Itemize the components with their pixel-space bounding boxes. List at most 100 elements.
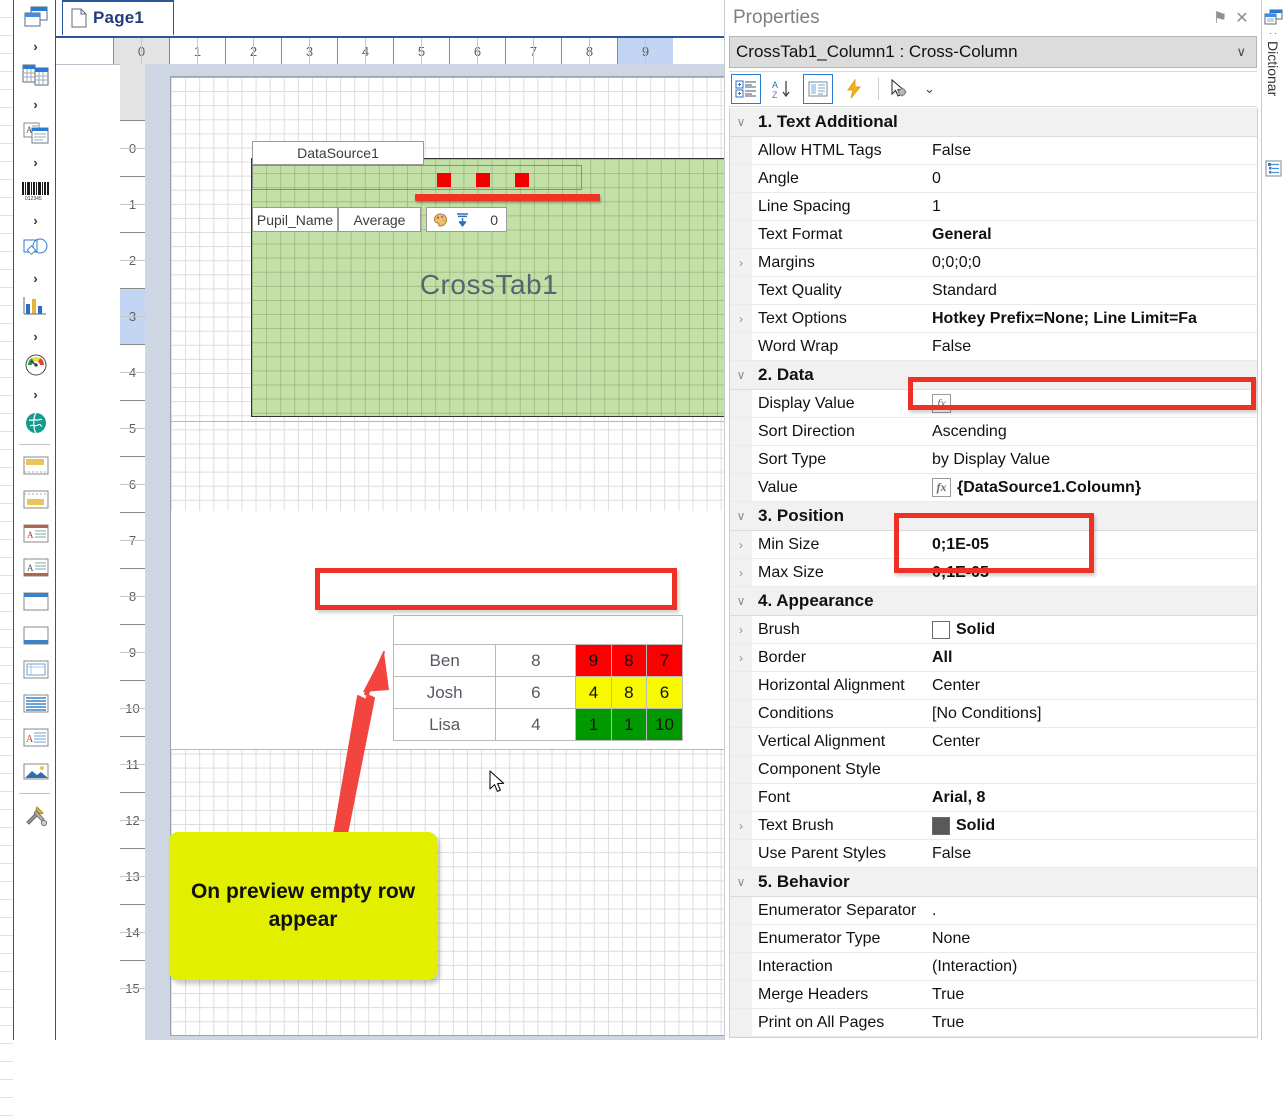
dock-drag-dots[interactable]: : bbox=[1267, 32, 1279, 35]
property-row[interactable]: Text Quality Standard bbox=[730, 277, 1257, 305]
more-button[interactable] bbox=[888, 74, 918, 104]
toolbox-item-report-summary-band[interactable]: A bbox=[14, 551, 57, 585]
report-tree-icon[interactable] bbox=[1262, 155, 1284, 181]
property-row[interactable]: Text Format General bbox=[730, 221, 1257, 249]
toolbox-item-text[interactable]: A bbox=[14, 116, 57, 150]
property-value[interactable]: False bbox=[926, 840, 1257, 867]
property-value[interactable]: Standard bbox=[926, 277, 1257, 304]
property-value[interactable]: by Display Value bbox=[926, 446, 1257, 473]
property-row[interactable]: › Brush Solid bbox=[730, 616, 1257, 644]
property-row[interactable]: Conditions [No Conditions] bbox=[730, 700, 1257, 728]
property-row[interactable]: › Text Brush Solid bbox=[730, 812, 1257, 840]
property-category[interactable]: ∨ 5. Behavior bbox=[730, 868, 1257, 897]
dictionary-icon[interactable] bbox=[1262, 4, 1284, 30]
property-row[interactable]: Font Arial, 8 bbox=[730, 784, 1257, 812]
toolbox-item-gauge[interactable] bbox=[14, 348, 57, 382]
crosstab-header-pupil-name[interactable]: Pupil_Name bbox=[252, 207, 338, 232]
property-row[interactable]: Merge Headers True bbox=[730, 981, 1257, 1009]
toolbox-item-page-header-band[interactable] bbox=[14, 585, 57, 619]
toolbox-item-map[interactable] bbox=[14, 406, 57, 440]
property-value[interactable]: Ascending bbox=[926, 418, 1257, 445]
toolbox-item-tools[interactable] bbox=[14, 798, 57, 832]
property-value[interactable] bbox=[926, 756, 1257, 783]
property-value[interactable]: 0;0;0;0 bbox=[926, 249, 1257, 276]
toolbox-item-report-title-band[interactable]: A bbox=[14, 517, 57, 551]
property-value[interactable]: None bbox=[926, 925, 1257, 952]
object-selector-dropdown[interactable]: CrossTab1_Column1 : Cross-Column ∨ bbox=[729, 36, 1257, 68]
toolbox-chevron-5[interactable]: › bbox=[14, 266, 57, 290]
property-row[interactable]: Line Spacing 1 bbox=[730, 193, 1257, 221]
property-row[interactable]: Word Wrap False bbox=[730, 333, 1257, 361]
toolbox-item-column-band[interactable]: A bbox=[14, 721, 57, 755]
toolbox-chevron-7[interactable]: › bbox=[14, 382, 57, 406]
toolbox-item-group-band[interactable] bbox=[14, 687, 57, 721]
toolbox-item-shapes[interactable] bbox=[14, 232, 57, 266]
property-row[interactable]: Interaction (Interaction) bbox=[730, 953, 1257, 981]
toolbox-item-header-band[interactable] bbox=[14, 449, 57, 483]
chevron-right-icon[interactable]: › bbox=[730, 616, 752, 643]
property-value[interactable]: Center bbox=[926, 728, 1257, 755]
toolbox-chevron-2[interactable]: › bbox=[14, 92, 57, 116]
datasource-label[interactable]: DataSource1 bbox=[252, 141, 424, 165]
alphabetical-sort-button[interactable]: A Z bbox=[767, 74, 797, 104]
property-row[interactable]: › Border All bbox=[730, 644, 1257, 672]
property-row[interactable]: Enumerator Separator. bbox=[730, 897, 1257, 925]
toolbox-chevron-1[interactable]: › bbox=[14, 34, 57, 58]
toolbox-item-image[interactable] bbox=[14, 755, 57, 789]
chevron-right-icon[interactable]: › bbox=[730, 559, 752, 586]
chevron-down-icon[interactable]: ∨ bbox=[1236, 44, 1250, 60]
crosstab-column-header-selection[interactable] bbox=[252, 165, 582, 190]
property-value[interactable]: [No Conditions] bbox=[926, 700, 1257, 727]
toolbox-chevron-6[interactable]: › bbox=[14, 324, 57, 348]
property-value[interactable]: General bbox=[926, 221, 1257, 248]
chevron-right-icon[interactable]: › bbox=[730, 644, 752, 671]
chevron-down-icon[interactable]: ∨ bbox=[730, 868, 752, 896]
horizontal-ruler[interactable]: 0123456789 bbox=[56, 38, 724, 65]
property-value[interactable]: Solid bbox=[926, 812, 1257, 839]
property-value[interactable]: 1 bbox=[926, 193, 1257, 220]
property-pages-button[interactable] bbox=[803, 74, 833, 104]
toolbox-item-data-band[interactable] bbox=[14, 653, 57, 687]
property-row[interactable]: Value fx {DataSource1.Coloumn} bbox=[730, 474, 1257, 502]
property-value[interactable]: All bbox=[926, 644, 1257, 671]
property-value[interactable]: (Interaction) bbox=[926, 953, 1257, 980]
dictionary-tab-label[interactable]: Dictionar bbox=[1265, 41, 1281, 141]
property-value[interactable]: Center bbox=[926, 672, 1257, 699]
tab-page1[interactable]: Page1 bbox=[62, 0, 174, 36]
property-row[interactable]: Vertical Alignment Center bbox=[730, 728, 1257, 756]
toolbox-chevron-4[interactable]: › bbox=[14, 208, 57, 232]
toolbox-chevron-3[interactable]: › bbox=[14, 150, 57, 174]
property-row[interactable]: Sort Direction Ascending bbox=[730, 418, 1257, 446]
property-value[interactable]: True bbox=[926, 981, 1257, 1008]
property-row[interactable]: Component Style bbox=[730, 756, 1257, 784]
toolbox-item-cross-tab[interactable] bbox=[14, 58, 57, 92]
property-row[interactable]: Sort Type by Display Value bbox=[730, 446, 1257, 474]
property-value[interactable]: False bbox=[926, 137, 1257, 164]
events-button[interactable] bbox=[839, 74, 869, 104]
property-row[interactable]: Use Parent Styles False bbox=[730, 840, 1257, 868]
property-row[interactable]: Enumerator Type None bbox=[730, 925, 1257, 953]
preview-result-table[interactable]: Ben 8 9 8 7 Josh 6 4 8 6 Lisa 4 1 1 10 bbox=[392, 615, 683, 741]
toolbox-item-footer-band[interactable] bbox=[14, 483, 57, 517]
property-row[interactable]: › Margins 0;0;0;0 bbox=[730, 249, 1257, 277]
chevron-down-icon[interactable]: ∨ bbox=[730, 502, 752, 530]
property-row[interactable]: Angle 0 bbox=[730, 165, 1257, 193]
property-category[interactable]: ∨ 4. Appearance bbox=[730, 587, 1257, 616]
property-value[interactable]: True bbox=[926, 1009, 1257, 1036]
chevron-right-icon[interactable]: › bbox=[730, 812, 752, 839]
toolbox-item-chart[interactable] bbox=[14, 290, 57, 324]
chevron-right-icon[interactable]: › bbox=[730, 305, 752, 332]
property-row[interactable]: Show TotalFalse bbox=[730, 1037, 1257, 1038]
vertical-ruler[interactable]: 0 1 2 3 4 5 6 7 8 9 10 11 12 13 14 15 bbox=[120, 64, 146, 1040]
expression-fx-icon[interactable]: fx bbox=[932, 478, 951, 497]
property-row[interactable]: › Text Options Hotkey Prefix=None; Line Li… bbox=[730, 305, 1257, 333]
toolbox-item-page-footer-band[interactable] bbox=[14, 619, 57, 653]
toolbox-item-barcode[interactable]: 012345 bbox=[14, 174, 57, 208]
chevron-down-icon[interactable]: ∨ bbox=[730, 108, 752, 136]
properties-grid[interactable]: ∨ 1. Text Additional Allow HTML Tags False A… bbox=[729, 108, 1258, 1038]
color-swatch[interactable] bbox=[932, 816, 950, 835]
property-value[interactable]: False bbox=[926, 333, 1257, 360]
chevron-down-icon[interactable]: ∨ bbox=[730, 587, 752, 615]
crosstab-header-average[interactable]: Average bbox=[338, 207, 421, 232]
color-swatch[interactable] bbox=[932, 620, 950, 639]
